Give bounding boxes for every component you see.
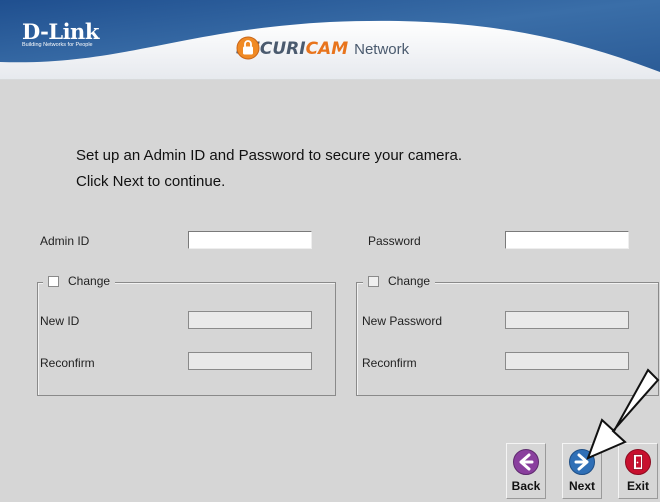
next-label: Next [568,479,595,493]
admin-id-input[interactable] [188,231,312,249]
lock-icon [236,36,260,60]
change-id-label: Change [68,274,111,288]
instruction-line-1: Set up an Admin ID and Password to secur… [76,147,463,164]
header-banner: D-Link Building Networks for People SECU… [0,0,660,80]
exit-label: Exit [626,479,649,493]
change-password-legend: Change [363,274,436,288]
product-name-part3: Network [354,40,410,58]
password-label: Password [368,234,421,248]
change-id-checkbox[interactable] [48,275,59,287]
brand-tagline: Building Networks for People [22,42,93,48]
instruction-line-2: Click Next to continue. [76,173,226,190]
change-password-checkbox[interactable] [368,275,379,287]
new-password-input[interactable] [505,311,629,329]
reconfirm-id-label: Reconfirm [40,356,95,370]
brand-name: D-Link [22,19,99,44]
change-id-group [37,282,336,396]
admin-id-label: Admin ID [40,234,90,248]
new-id-label: New ID [40,314,80,328]
dlink-logo: D-Link Building Networks for People [22,19,99,49]
back-button[interactable]: Back [506,443,546,499]
pointer-arrow-icon [586,368,660,460]
back-arrow-icon [513,449,539,475]
change-id-legend: Change [43,274,116,288]
back-label: Back [511,479,541,493]
product-name-part2: CAM [305,39,349,59]
securicam-logo: SECURI CAM Network [236,36,409,62]
new-password-label: New Password [362,314,443,328]
reconfirm-password-label: Reconfirm [362,356,417,370]
reconfirm-id-input[interactable] [188,352,312,370]
password-input[interactable] [505,231,629,249]
new-id-input[interactable] [188,311,312,329]
change-password-label: Change [388,274,431,288]
